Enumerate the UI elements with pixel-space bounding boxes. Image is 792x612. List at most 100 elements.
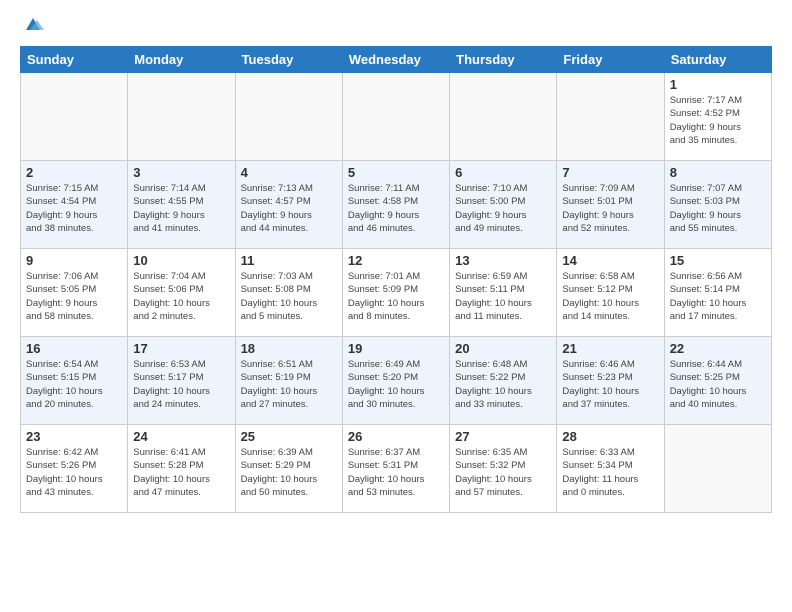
col-header-tuesday: Tuesday bbox=[235, 47, 342, 73]
col-header-thursday: Thursday bbox=[450, 47, 557, 73]
day-info: Sunrise: 6:59 AM Sunset: 5:11 PM Dayligh… bbox=[455, 270, 551, 323]
day-cell: 11 Sunrise: 7:03 AM Sunset: 5:08 PM Dayli… bbox=[235, 249, 342, 337]
day-number: 20 bbox=[455, 341, 551, 356]
day-info: Sunrise: 6:51 AM Sunset: 5:19 PM Dayligh… bbox=[241, 358, 337, 411]
day-number: 16 bbox=[26, 341, 122, 356]
day-info: Sunrise: 7:13 AM Sunset: 4:57 PM Dayligh… bbox=[241, 182, 337, 235]
day-number: 25 bbox=[241, 429, 337, 444]
col-header-wednesday: Wednesday bbox=[342, 47, 449, 73]
day-info: Sunrise: 6:41 AM Sunset: 5:28 PM Dayligh… bbox=[133, 446, 229, 499]
day-cell: 4 Sunrise: 7:13 AM Sunset: 4:57 PM Daylig… bbox=[235, 161, 342, 249]
day-info: Sunrise: 7:11 AM Sunset: 4:58 PM Dayligh… bbox=[348, 182, 444, 235]
day-number: 19 bbox=[348, 341, 444, 356]
day-cell: 24 Sunrise: 6:41 AM Sunset: 5:28 PM Dayli… bbox=[128, 425, 235, 513]
day-cell: 13 Sunrise: 6:59 AM Sunset: 5:11 PM Dayli… bbox=[450, 249, 557, 337]
day-cell bbox=[128, 73, 235, 161]
day-cell: 22 Sunrise: 6:44 AM Sunset: 5:25 PM Dayli… bbox=[664, 337, 771, 425]
day-cell bbox=[557, 73, 664, 161]
day-number: 24 bbox=[133, 429, 229, 444]
day-cell: 25 Sunrise: 6:39 AM Sunset: 5:29 PM Dayli… bbox=[235, 425, 342, 513]
week-row-4: 16 Sunrise: 6:54 AM Sunset: 5:15 PM Dayli… bbox=[21, 337, 772, 425]
day-cell: 10 Sunrise: 7:04 AM Sunset: 5:06 PM Dayli… bbox=[128, 249, 235, 337]
week-row-5: 23Sunrise: 6:42 AM Sunset: 5:26 PM Dayli… bbox=[21, 425, 772, 513]
day-cell: 26Sunrise: 6:37 AM Sunset: 5:31 PM Dayli… bbox=[342, 425, 449, 513]
day-number: 22 bbox=[670, 341, 766, 356]
day-number: 3 bbox=[133, 165, 229, 180]
day-number: 12 bbox=[348, 253, 444, 268]
calendar-table: SundayMondayTuesdayWednesdayThursdayFrid… bbox=[20, 46, 772, 513]
day-number: 10 bbox=[133, 253, 229, 268]
week-row-2: 2 Sunrise: 7:15 AM Sunset: 4:54 PM Daylig… bbox=[21, 161, 772, 249]
day-cell bbox=[21, 73, 128, 161]
day-info: Sunrise: 6:58 AM Sunset: 5:12 PM Dayligh… bbox=[562, 270, 658, 323]
day-number: 21 bbox=[562, 341, 658, 356]
day-number: 6 bbox=[455, 165, 551, 180]
day-info: Sunrise: 6:46 AM Sunset: 5:23 PM Dayligh… bbox=[562, 358, 658, 411]
day-number: 15 bbox=[670, 253, 766, 268]
day-info: Sunrise: 7:01 AM Sunset: 5:09 PM Dayligh… bbox=[348, 270, 444, 323]
day-cell: 6 Sunrise: 7:10 AM Sunset: 5:00 PM Daylig… bbox=[450, 161, 557, 249]
day-cell: 2 Sunrise: 7:15 AM Sunset: 4:54 PM Daylig… bbox=[21, 161, 128, 249]
day-info: Sunrise: 6:54 AM Sunset: 5:15 PM Dayligh… bbox=[26, 358, 122, 411]
day-number: 23 bbox=[26, 429, 122, 444]
day-info: Sunrise: 7:14 AM Sunset: 4:55 PM Dayligh… bbox=[133, 182, 229, 235]
day-info: Sunrise: 7:10 AM Sunset: 5:00 PM Dayligh… bbox=[455, 182, 551, 235]
day-number: 28 bbox=[562, 429, 658, 444]
day-number: 2 bbox=[26, 165, 122, 180]
day-cell: 20 Sunrise: 6:48 AM Sunset: 5:22 PM Dayli… bbox=[450, 337, 557, 425]
day-cell: 14 Sunrise: 6:58 AM Sunset: 5:12 PM Dayli… bbox=[557, 249, 664, 337]
day-number: 1 bbox=[670, 77, 766, 92]
day-cell bbox=[342, 73, 449, 161]
page-container: SundayMondayTuesdayWednesdayThursdayFrid… bbox=[0, 0, 792, 529]
day-info: Sunrise: 7:17 AM Sunset: 4:52 PM Dayligh… bbox=[670, 94, 766, 147]
col-header-monday: Monday bbox=[128, 47, 235, 73]
day-info: Sunrise: 6:53 AM Sunset: 5:17 PM Dayligh… bbox=[133, 358, 229, 411]
day-number: 8 bbox=[670, 165, 766, 180]
col-header-friday: Friday bbox=[557, 47, 664, 73]
day-cell: 19 Sunrise: 6:49 AM Sunset: 5:20 PM Dayli… bbox=[342, 337, 449, 425]
day-cell: 1 Sunrise: 7:17 AM Sunset: 4:52 PM Daylig… bbox=[664, 73, 771, 161]
day-info: Sunrise: 6:39 AM Sunset: 5:29 PM Dayligh… bbox=[241, 446, 337, 499]
day-info: Sunrise: 7:04 AM Sunset: 5:06 PM Dayligh… bbox=[133, 270, 229, 323]
day-cell: 15 Sunrise: 6:56 AM Sunset: 5:14 PM Dayli… bbox=[664, 249, 771, 337]
day-number: 9 bbox=[26, 253, 122, 268]
day-info: Sunrise: 6:33 AM Sunset: 5:34 PM Dayligh… bbox=[562, 446, 658, 499]
day-cell: 3 Sunrise: 7:14 AM Sunset: 4:55 PM Daylig… bbox=[128, 161, 235, 249]
day-cell bbox=[450, 73, 557, 161]
day-cell: 8 Sunrise: 7:07 AM Sunset: 5:03 PM Daylig… bbox=[664, 161, 771, 249]
week-row-1: 1 Sunrise: 7:17 AM Sunset: 4:52 PM Daylig… bbox=[21, 73, 772, 161]
day-number: 7 bbox=[562, 165, 658, 180]
day-cell: 28 Sunrise: 6:33 AM Sunset: 5:34 PM Dayli… bbox=[557, 425, 664, 513]
week-row-3: 9 Sunrise: 7:06 AM Sunset: 5:05 PM Daylig… bbox=[21, 249, 772, 337]
day-cell: 21 Sunrise: 6:46 AM Sunset: 5:23 PM Dayli… bbox=[557, 337, 664, 425]
day-info: Sunrise: 6:56 AM Sunset: 5:14 PM Dayligh… bbox=[670, 270, 766, 323]
day-info: Sunrise: 7:15 AM Sunset: 4:54 PM Dayligh… bbox=[26, 182, 122, 235]
header-row: SundayMondayTuesdayWednesdayThursdayFrid… bbox=[21, 47, 772, 73]
header bbox=[20, 16, 772, 34]
day-info: Sunrise: 7:07 AM Sunset: 5:03 PM Dayligh… bbox=[670, 182, 766, 235]
day-number: 4 bbox=[241, 165, 337, 180]
day-number: 26 bbox=[348, 429, 444, 444]
day-info: Sunrise: 7:09 AM Sunset: 5:01 PM Dayligh… bbox=[562, 182, 658, 235]
day-number: 14 bbox=[562, 253, 658, 268]
day-info: Sunrise: 6:44 AM Sunset: 5:25 PM Dayligh… bbox=[670, 358, 766, 411]
day-info: Sunrise: 6:48 AM Sunset: 5:22 PM Dayligh… bbox=[455, 358, 551, 411]
day-number: 11 bbox=[241, 253, 337, 268]
logo bbox=[20, 16, 44, 34]
day-number: 27 bbox=[455, 429, 551, 444]
day-info: Sunrise: 6:49 AM Sunset: 5:20 PM Dayligh… bbox=[348, 358, 444, 411]
day-cell bbox=[664, 425, 771, 513]
day-number: 13 bbox=[455, 253, 551, 268]
day-number: 5 bbox=[348, 165, 444, 180]
day-info: Sunrise: 7:06 AM Sunset: 5:05 PM Dayligh… bbox=[26, 270, 122, 323]
col-header-sunday: Sunday bbox=[21, 47, 128, 73]
day-cell: 18 Sunrise: 6:51 AM Sunset: 5:19 PM Dayli… bbox=[235, 337, 342, 425]
day-info: Sunrise: 7:03 AM Sunset: 5:08 PM Dayligh… bbox=[241, 270, 337, 323]
day-cell: 16 Sunrise: 6:54 AM Sunset: 5:15 PM Dayli… bbox=[21, 337, 128, 425]
day-cell: 17 Sunrise: 6:53 AM Sunset: 5:17 PM Dayli… bbox=[128, 337, 235, 425]
day-number: 17 bbox=[133, 341, 229, 356]
day-info: Sunrise: 6:35 AM Sunset: 5:32 PM Dayligh… bbox=[455, 446, 551, 499]
day-cell bbox=[235, 73, 342, 161]
day-number: 18 bbox=[241, 341, 337, 356]
logo-icon bbox=[22, 16, 44, 34]
